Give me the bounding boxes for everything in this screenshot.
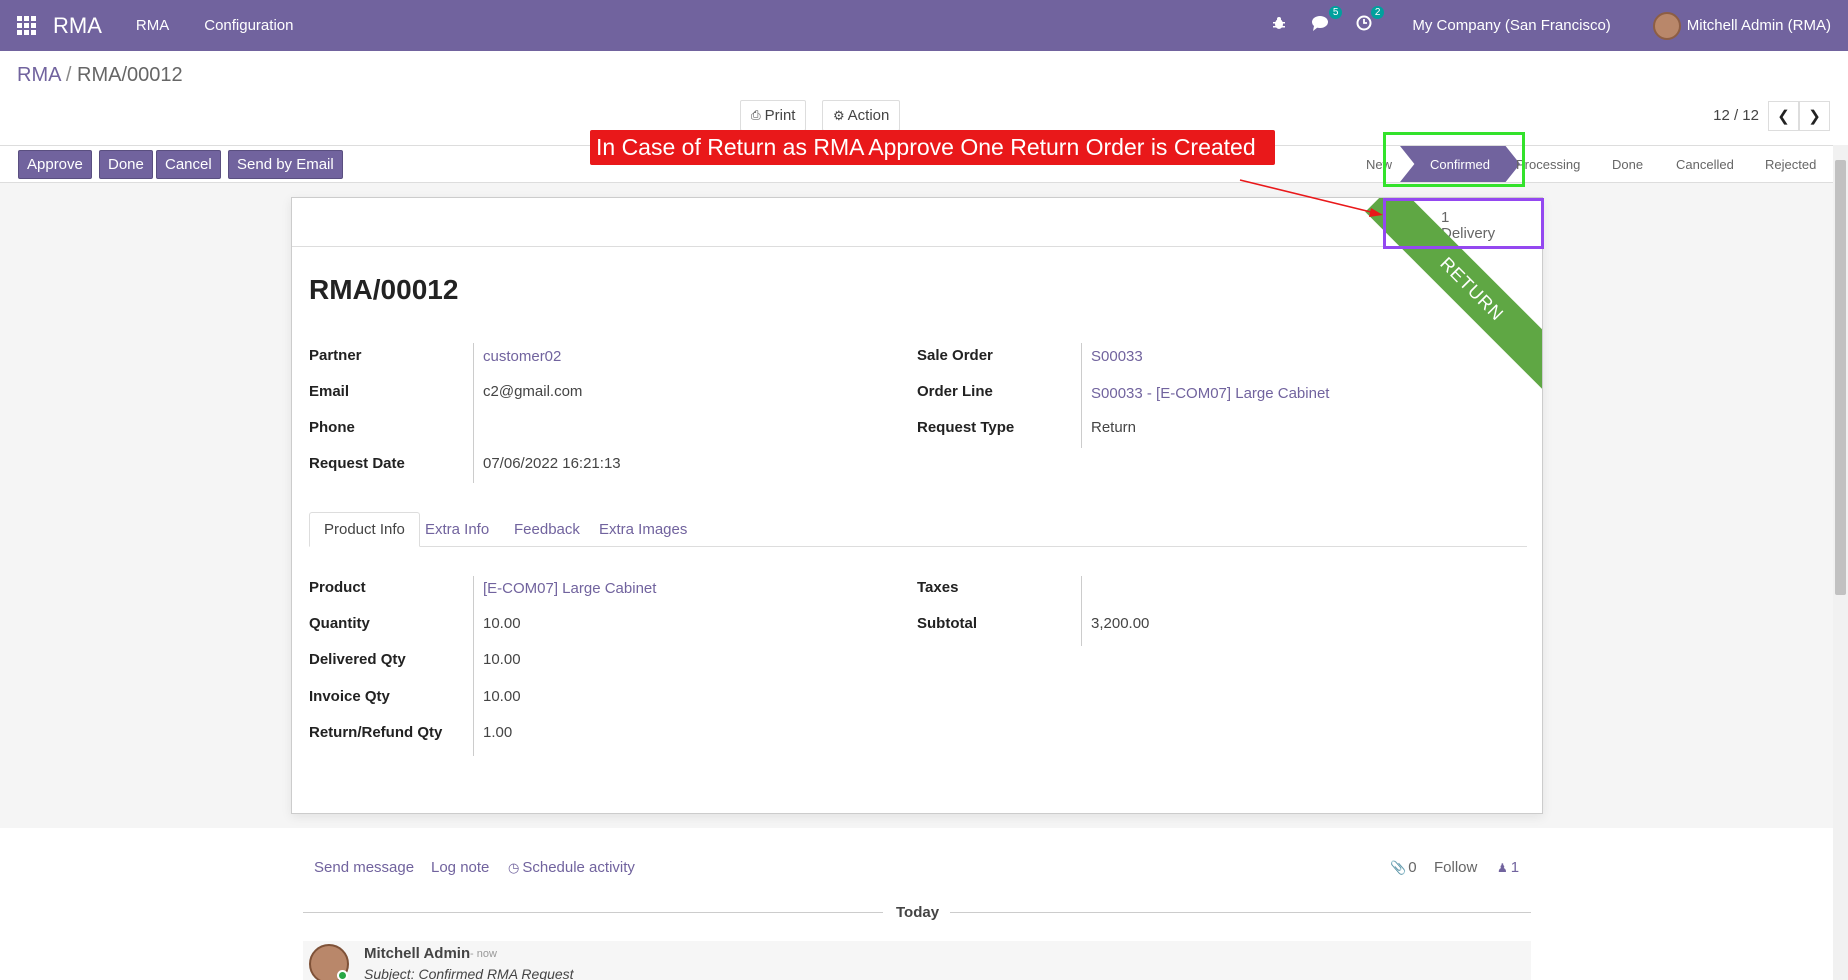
product-field[interactable]: [E-COM07] Large Cabinet bbox=[483, 580, 656, 597]
tab-feedback[interactable]: Feedback bbox=[500, 512, 594, 547]
user-menu[interactable]: Mitchell Admin (RMA) bbox=[1652, 11, 1831, 40]
menu-rma[interactable]: RMA bbox=[136, 17, 169, 34]
print-icon: ⎙ bbox=[751, 108, 761, 122]
form-sheet: 1 Delivery RETURN RMA/00012 Partner cust… bbox=[291, 197, 1543, 814]
user-avatar bbox=[1652, 11, 1681, 40]
request-type-label: Request Type bbox=[917, 419, 1015, 436]
email-field[interactable]: c2@gmail.com bbox=[483, 383, 582, 400]
button-box-divider bbox=[292, 246, 1542, 247]
user-name: Mitchell Admin (RMA) bbox=[1686, 17, 1831, 34]
messages-count-badge: 5 bbox=[1328, 6, 1343, 19]
action-button[interactable]: ⚙ Action bbox=[822, 100, 901, 131]
sale-order-label: Sale Order bbox=[917, 347, 993, 364]
invoice-qty-label: Invoice Qty bbox=[309, 688, 390, 705]
delivered-qty-label: Delivered Qty bbox=[309, 651, 406, 668]
attachments-button[interactable]: 📎 0 bbox=[1390, 859, 1417, 876]
log-note-button[interactable]: Log note bbox=[431, 859, 489, 876]
stage-rejected[interactable]: Rejected bbox=[1765, 146, 1816, 182]
date-separator-line bbox=[950, 912, 1531, 913]
message-time: - now bbox=[470, 948, 497, 960]
done-button[interactable]: Done bbox=[99, 150, 153, 179]
clock-icon: ◷ bbox=[508, 859, 520, 875]
stage-processing[interactable]: Processing bbox=[1516, 146, 1580, 182]
attachments-count: 0 bbox=[1408, 859, 1417, 876]
follow-button[interactable]: Follow bbox=[1434, 859, 1477, 876]
activities-count-badge: 2 bbox=[1370, 6, 1385, 19]
subtotal-field: 3,200.00 bbox=[1091, 615, 1150, 632]
app-brand[interactable]: RMA bbox=[53, 13, 102, 39]
pager-value: 12 / 12 bbox=[1713, 107, 1759, 124]
tab-extra-info[interactable]: Extra Info bbox=[411, 512, 503, 547]
annotation-note: In Case of Return as RMA Approve One Ret… bbox=[590, 130, 1275, 165]
followers-button[interactable]: ♟ 1 bbox=[1497, 859, 1519, 876]
group-divider bbox=[473, 576, 474, 756]
user-icon: ♟ bbox=[1497, 860, 1508, 875]
breadcrumb-root[interactable]: RMA bbox=[17, 64, 60, 86]
chevron-left-icon: ❮ bbox=[1777, 108, 1790, 125]
schedule-activity-button[interactable]: ◷ Schedule activity bbox=[508, 859, 635, 876]
breadcrumb-separator: / bbox=[65, 64, 72, 86]
annotation-highlight-delivery bbox=[1383, 198, 1544, 249]
company-switcher[interactable]: My Company (San Francisco) bbox=[1412, 17, 1610, 34]
menu-configuration[interactable]: Configuration bbox=[204, 17, 293, 34]
stage-cancelled[interactable]: Cancelled bbox=[1676, 146, 1734, 182]
stage-done[interactable]: Done bbox=[1612, 146, 1643, 182]
scrollbar-thumb[interactable] bbox=[1835, 160, 1846, 595]
partner-label: Partner bbox=[309, 347, 362, 364]
taxes-label: Taxes bbox=[917, 579, 959, 596]
breadcrumb: RMA / RMA/00012 bbox=[17, 64, 183, 87]
quantity-label: Quantity bbox=[309, 615, 370, 632]
delivered-qty-field[interactable]: 10.00 bbox=[483, 651, 521, 668]
email-label: Email bbox=[309, 383, 350, 400]
product-label: Product bbox=[309, 579, 366, 596]
pager-previous-button[interactable]: ❮ bbox=[1768, 101, 1799, 131]
pager-next-button[interactable]: ❯ bbox=[1799, 101, 1830, 131]
action-label: Action bbox=[847, 107, 890, 124]
activities-clock-icon[interactable]: 2 bbox=[1356, 6, 1385, 36]
send-by-email-button[interactable]: Send by Email bbox=[228, 150, 343, 179]
quantity-field[interactable]: 10.00 bbox=[483, 615, 521, 632]
return-refund-qty-label: Return/Refund Qty bbox=[309, 724, 443, 741]
debug-bug-icon[interactable] bbox=[1272, 16, 1286, 35]
schedule-activity-label: Schedule activity bbox=[522, 859, 635, 876]
group-divider bbox=[1081, 576, 1082, 646]
cancel-button[interactable]: Cancel bbox=[156, 150, 221, 179]
group-divider bbox=[473, 343, 474, 483]
breadcrumb-current: RMA/00012 bbox=[77, 64, 183, 86]
order-line-label: Order Line bbox=[917, 383, 993, 400]
annotation-highlight-confirmed bbox=[1383, 132, 1525, 187]
return-refund-qty-field[interactable]: 1.00 bbox=[483, 724, 512, 741]
send-message-button[interactable]: Send message bbox=[314, 859, 414, 876]
print-button[interactable]: ⎙ Print bbox=[740, 100, 807, 131]
chevron-right-icon: ❯ bbox=[1808, 108, 1821, 125]
tab-extra-images[interactable]: Extra Images bbox=[585, 512, 701, 547]
date-separator-line bbox=[303, 912, 883, 913]
paperclip-icon: 📎 bbox=[1390, 859, 1407, 875]
request-type-field[interactable]: Return bbox=[1091, 419, 1136, 436]
followers-count: 1 bbox=[1510, 859, 1520, 876]
message-subject: Subject: Confirmed RMA Request bbox=[364, 966, 574, 980]
date-separator: Today bbox=[896, 904, 940, 921]
online-status-icon bbox=[337, 970, 348, 980]
request-date-label: Request Date bbox=[309, 455, 405, 472]
print-label: Print bbox=[764, 107, 796, 124]
order-line-field[interactable]: S00033 - [E-COM07] Large Cabinet bbox=[1091, 385, 1329, 402]
record-title: RMA/00012 bbox=[309, 274, 459, 305]
invoice-qty-field[interactable]: 10.00 bbox=[483, 688, 521, 705]
top-navbar: RMA RMA Configuration 5 2 My Company (Sa… bbox=[0, 0, 1848, 51]
partner-field[interactable]: customer02 bbox=[483, 348, 561, 365]
apps-menu-icon[interactable] bbox=[17, 15, 37, 36]
group-divider bbox=[1081, 343, 1082, 448]
notebook-tabs: Product Info Extra Info Feedback Extra I… bbox=[309, 512, 1527, 547]
tab-product-info[interactable]: Product Info bbox=[309, 512, 420, 547]
message-author[interactable]: Mitchell Admin bbox=[364, 945, 470, 962]
sale-order-field[interactable]: S00033 bbox=[1091, 348, 1143, 365]
phone-label: Phone bbox=[309, 419, 355, 436]
request-date-field[interactable]: 07/06/2022 16:21:13 bbox=[483, 455, 621, 472]
approve-button[interactable]: Approve bbox=[18, 150, 92, 179]
gear-icon: ⚙ bbox=[833, 107, 845, 123]
subtotal-label: Subtotal bbox=[917, 615, 977, 632]
annotation-arrow bbox=[1239, 179, 1383, 217]
messages-icon[interactable]: 5 bbox=[1312, 6, 1343, 36]
